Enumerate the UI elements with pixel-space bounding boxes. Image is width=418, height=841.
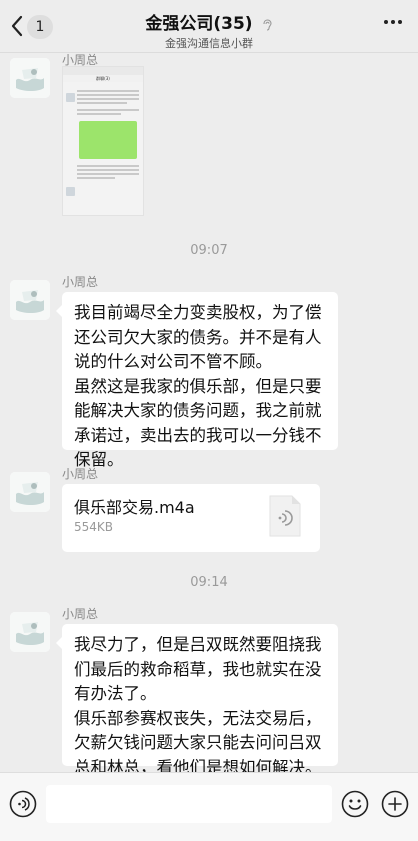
message-input[interactable] bbox=[46, 785, 332, 823]
ear-icon bbox=[263, 18, 272, 31]
avatar[interactable] bbox=[10, 58, 50, 98]
plus-button[interactable] bbox=[380, 789, 410, 819]
chat-title-area[interactable]: 金强公司(35) 金强沟通信息小群 bbox=[90, 9, 328, 51]
chat-title: 金强公司(35) bbox=[145, 14, 253, 34]
screenshot-title: 群聊(3) bbox=[63, 75, 143, 82]
sender-name: 小周总 bbox=[62, 275, 99, 289]
timestamp: 09:14 bbox=[190, 575, 228, 590]
message-text: 俱乐部参赛权丧失，无法交易后，欠薪欠钱问题大家只能去问问吕双总和林总，看他们是想… bbox=[74, 708, 322, 777]
avatar-image bbox=[10, 280, 50, 320]
message-text: 虽然这是我家的俱乐部，但是只要能解决大家的债务问题，我之前就承诺过，卖出去的我可… bbox=[74, 376, 322, 470]
sender-name: 小周总 bbox=[62, 467, 99, 481]
plus-icon bbox=[381, 790, 409, 818]
timestamp: 09:07 bbox=[190, 243, 228, 258]
voice-icon bbox=[9, 790, 37, 818]
chat-header: 1 金强公司(35) 金强沟通信息小群 bbox=[0, 0, 418, 53]
message-bubble[interactable]: 我尽力了，但是吕双既然要阻挠我们最后的救命稻草，我也就实在没有办法了。 俱乐部参… bbox=[56, 624, 338, 777]
message-bubble[interactable]: 我目前竭尽全力变卖股权，为了偿还公司欠大家的债务。并不是有人说的什么对公司不管不… bbox=[56, 292, 338, 469]
emoji-button[interactable] bbox=[340, 789, 370, 819]
voice-button[interactable] bbox=[8, 789, 38, 819]
avatar-image bbox=[10, 58, 50, 98]
avatar[interactable] bbox=[10, 612, 50, 652]
message-text: 我目前竭尽全力变卖股权，为了偿还公司欠大家的债务。并不是有人说的什么对公司不管不… bbox=[74, 303, 322, 371]
sender-name: 小周总 bbox=[62, 607, 99, 621]
avatar[interactable] bbox=[10, 472, 50, 512]
avatar-image bbox=[10, 472, 50, 512]
more-button[interactable] bbox=[384, 20, 406, 32]
message-text: 我尽力了，但是吕双既然要阻挠我们最后的救命稻草，我也就实在没有办法了。 bbox=[74, 635, 322, 703]
emoji-icon bbox=[341, 790, 369, 818]
screenshot-image[interactable]: 群聊(3) bbox=[62, 66, 144, 216]
chevron-left-icon bbox=[11, 15, 23, 37]
unread-count-badge[interactable]: 1 bbox=[27, 15, 53, 39]
file-message[interactable]: 俱乐部交易.m4a 554KB bbox=[62, 484, 320, 552]
avatar[interactable] bbox=[10, 280, 50, 320]
file-name: 俱乐部交易.m4a bbox=[74, 498, 195, 517]
chat-subtitle: 金强沟通信息小群 bbox=[165, 37, 253, 50]
input-bar bbox=[0, 772, 418, 841]
audio-file-icon bbox=[269, 495, 301, 537]
file-size: 554KB bbox=[74, 520, 114, 534]
avatar-image bbox=[10, 612, 50, 652]
more-dots-icon bbox=[384, 20, 405, 39]
